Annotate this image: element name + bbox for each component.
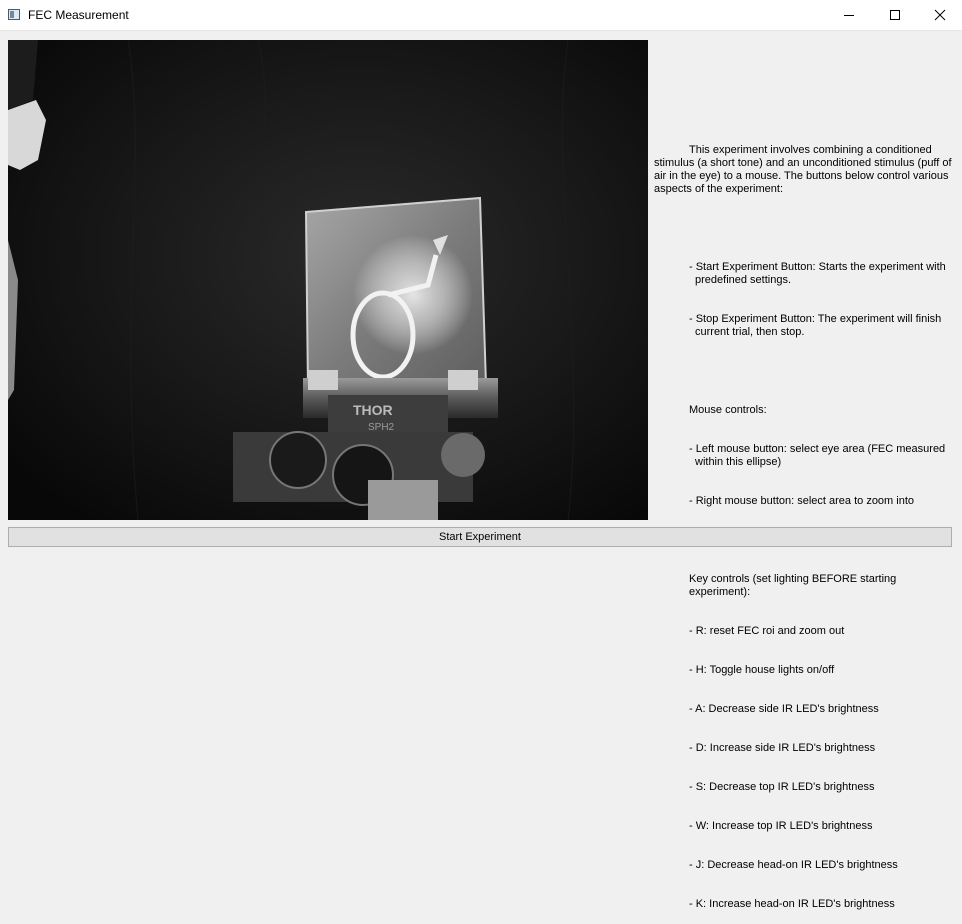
mouse-help-item: - Left mouse button: select eye area (FE… [689,443,949,468]
close-button[interactable] [917,0,962,30]
key-help-item: - H: Toggle house lights on/off [689,664,835,676]
maximize-button[interactable] [872,0,918,30]
key-help-item: - A: Decrease side IR LED's brightness [689,703,879,715]
title-bar: FEC Measurement [0,0,962,31]
mouse-controls-heading: Mouse controls: [689,404,767,416]
key-help-item: - W: Increase top IR LED's brightness [689,820,873,832]
svg-text:THOR: THOR [353,402,393,418]
svg-text:SPH2: SPH2 [368,422,395,433]
window-title: FEC Measurement [28,8,129,22]
minimize-button[interactable] [826,0,872,30]
key-help-item: - J: Decrease head-on IR LED's brightnes… [689,859,898,871]
mouse-help-item: - Right mouse button: select area to zoo… [689,495,915,507]
intro-text: This experiment involves combining a con… [654,144,955,195]
close-icon [934,9,946,21]
instructions-panel: This experiment involves combining a con… [654,118,954,924]
maximize-icon [890,10,900,20]
camera-image: THOR SPH2 [8,40,648,520]
key-help-item: - K: Increase head-on IR LED's brightnes… [689,898,895,910]
button-help-item: - Start Experiment Button: Starts the ex… [689,261,949,286]
key-controls-heading: Key controls (set lighting BEFORE starti… [689,573,900,598]
minimize-icon [844,15,854,16]
key-help-item: - D: Increase side IR LED's brightness [689,742,876,754]
start-experiment-button[interactable]: Start Experiment [8,527,952,547]
camera-feed[interactable]: THOR SPH2 [8,40,648,520]
button-help-item: - Stop Experiment Button: The experiment… [689,313,945,338]
app-window-icon [8,9,20,20]
key-help-item: - S: Decrease top IR LED's brightness [689,781,875,793]
key-help-item: - R: reset FEC roi and zoom out [689,625,845,637]
